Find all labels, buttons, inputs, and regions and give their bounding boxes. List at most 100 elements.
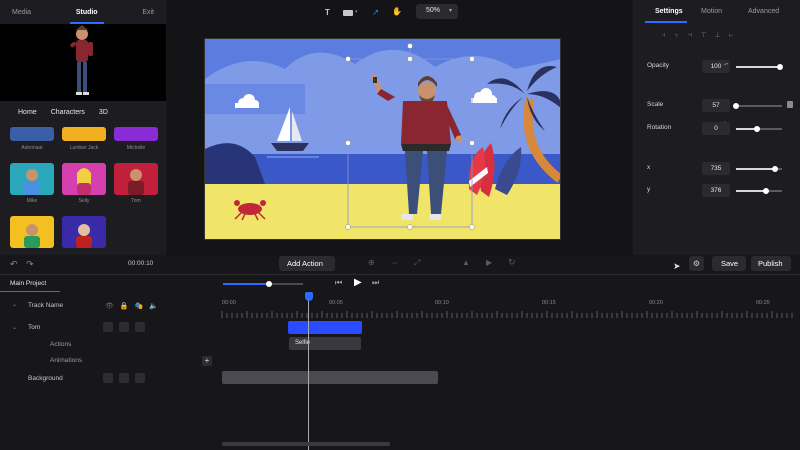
ruler-label: 00:05 xyxy=(329,300,343,306)
character-label: Mike xyxy=(26,198,38,204)
mask-toggle-icon[interactable] xyxy=(135,322,145,332)
select-tool-icon[interactable]: ➚ xyxy=(372,7,380,18)
flip-icon[interactable]: ▲ xyxy=(462,258,470,267)
y-input[interactable]: 376 xyxy=(702,184,730,197)
hand-tool-icon[interactable]: ✋ xyxy=(392,7,402,16)
character-label: Lumber Jack xyxy=(69,145,99,151)
play-action-icon[interactable]: ▶ xyxy=(486,258,492,267)
character-thumb-michelle[interactable] xyxy=(114,127,158,141)
project-title: Main Project xyxy=(10,280,47,287)
redo-icon[interactable]: ↷ xyxy=(26,259,34,270)
ruler-label: 00:00 xyxy=(222,300,236,306)
character-label: Astronaut xyxy=(21,145,43,151)
subtab-characters[interactable]: Characters xyxy=(51,109,85,116)
ruler-label: 00:25 xyxy=(756,300,770,306)
character-thumb-astronaut[interactable] xyxy=(10,127,54,141)
save-button[interactable]: Save xyxy=(712,256,746,271)
tab-motion[interactable]: Motion xyxy=(701,8,722,15)
swap-icon[interactable]: ⇔ xyxy=(391,258,399,267)
skip-forward-icon[interactable]: ⏭ xyxy=(372,278,379,288)
tab-exit[interactable]: Exit xyxy=(142,9,154,16)
expand-icon[interactable]: ⤢ xyxy=(414,258,420,268)
subtab-home[interactable]: Home xyxy=(18,109,37,116)
ruler-label: 00:20 xyxy=(649,300,663,306)
shape-dropdown-icon[interactable]: ▾ xyxy=(355,9,358,15)
chevron-down-icon[interactable]: ⌄ xyxy=(12,301,17,308)
timeline-divider xyxy=(0,274,800,275)
align-icons[interactable]: ⫞⫟⊣⊤⊥⊢ xyxy=(662,32,742,40)
add-action-button[interactable]: Add Action xyxy=(279,256,335,271)
rotation-slider[interactable] xyxy=(736,126,782,132)
degree-icon: ° xyxy=(724,120,726,125)
publish-button[interactable]: Publish xyxy=(751,256,791,271)
character-thumb-mike[interactable] xyxy=(10,163,54,195)
save-label: Save xyxy=(721,259,739,268)
y-label: y xyxy=(647,186,651,193)
character-thumb-tom[interactable] xyxy=(114,163,158,195)
playback-progress[interactable] xyxy=(223,283,271,285)
skip-back-icon[interactable]: ⏮ xyxy=(335,278,342,288)
playback-track xyxy=(271,283,303,285)
play-icon[interactable]: ▶ xyxy=(354,277,362,288)
project-underline xyxy=(0,291,60,292)
track-header-icons[interactable]: 👁🔒🎭🔈 xyxy=(105,302,164,310)
track-name-header: Track Name xyxy=(28,302,64,309)
tab-media[interactable]: Media xyxy=(12,9,31,16)
subtab-3d[interactable]: 3D xyxy=(99,109,108,116)
opacity-slider[interactable] xyxy=(736,64,783,70)
gear-icon[interactable]: ⚙ xyxy=(689,256,704,271)
loop-icon[interactable]: ↻ xyxy=(508,257,516,268)
track-background[interactable]: Background xyxy=(28,375,63,382)
character-subtabs: Home Characters 3D xyxy=(0,109,166,116)
action-clip[interactable] xyxy=(288,321,362,334)
background-clip[interactable] xyxy=(222,371,438,384)
x-input[interactable]: 735 xyxy=(702,162,730,175)
visibility-icon[interactable] xyxy=(103,373,113,383)
visibility-icon[interactable] xyxy=(103,322,113,332)
tab-advanced[interactable]: Advanced xyxy=(748,8,779,15)
scene-canvas[interactable] xyxy=(204,38,561,240)
y-slider[interactable] xyxy=(736,188,782,194)
ruler-ticks xyxy=(221,311,793,318)
character-thumb-lumberjack[interactable] xyxy=(62,127,106,141)
left-tabbar: Media Studio Exit xyxy=(0,0,166,24)
lock-toggle-icon[interactable] xyxy=(119,322,129,332)
add-action-label: Add Action xyxy=(287,259,323,268)
chevron-down-icon[interactable]: ⌄ xyxy=(12,324,17,331)
publish-label: Publish xyxy=(758,259,783,268)
playback-knob[interactable] xyxy=(266,281,272,287)
lock-toggle-icon[interactable] xyxy=(119,373,129,383)
add-animation-button[interactable]: + xyxy=(202,356,212,366)
zoom-select[interactable]: 50% ▾ xyxy=(416,4,458,19)
horizontal-scrollbar[interactable] xyxy=(222,442,390,446)
scale-label: Scale xyxy=(647,101,664,108)
character-thumb-7[interactable] xyxy=(10,216,54,248)
playback-time: 00:00:10 xyxy=(128,260,154,267)
selfie-clip[interactable]: Selfie xyxy=(289,337,361,350)
text-tool-icon[interactable]: T xyxy=(325,8,330,17)
shape-tool-icon[interactable] xyxy=(343,10,353,16)
x-label: x xyxy=(647,164,651,171)
scale-input[interactable]: 57 xyxy=(702,99,730,112)
tab-studio[interactable]: Studio xyxy=(69,9,104,24)
character-thumb-8[interactable] xyxy=(62,216,106,248)
track-tom[interactable]: Tom xyxy=(28,324,40,331)
character-label: Michelle xyxy=(126,145,146,151)
track-actions: Actions xyxy=(50,341,72,348)
mask-toggle-icon[interactable] xyxy=(135,373,145,383)
active-tab-indicator xyxy=(645,21,687,23)
lock-icon[interactable] xyxy=(787,101,793,108)
tab-settings[interactable]: Settings xyxy=(655,8,683,15)
stepper-icon[interactable]: ▴▾ xyxy=(724,61,728,66)
x-slider[interactable] xyxy=(736,166,782,172)
target-icon[interactable]: ⊕ xyxy=(368,258,375,267)
scale-slider[interactable] xyxy=(733,103,782,109)
opacity-label: Opacity xyxy=(647,62,670,69)
playhead-handle[interactable] xyxy=(305,292,313,301)
character-preview xyxy=(0,24,166,101)
undo-icon[interactable]: ↶ xyxy=(10,259,18,270)
preview-character-figure xyxy=(70,25,93,95)
character-thumb-selly[interactable] xyxy=(62,163,106,195)
rotation-label: Rotation xyxy=(647,124,672,131)
cursor-icon: ➤ xyxy=(673,261,681,271)
